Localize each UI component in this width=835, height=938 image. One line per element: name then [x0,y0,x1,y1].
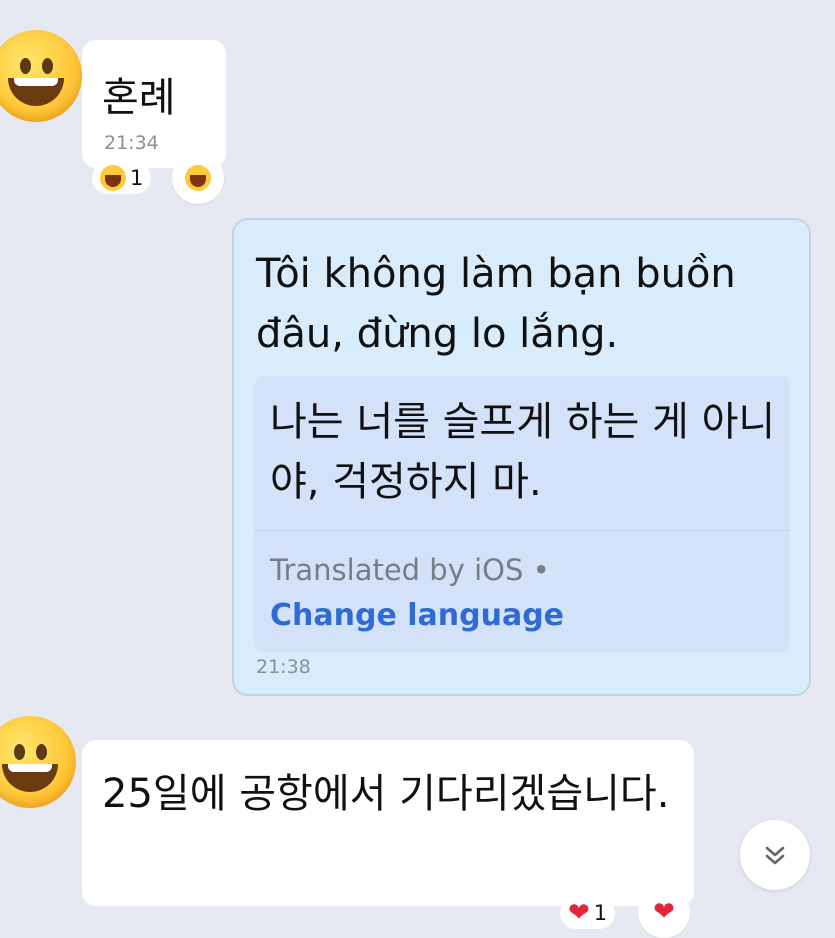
add-reaction-button[interactable] [172,152,224,204]
incoming-message-bubble[interactable]: 25일에 공항에서 기다리겠습니다. [82,740,694,906]
reaction-count: 1 [130,166,144,190]
message-text: 25일에 공항에서 기다리겠습니다. [102,771,670,817]
sender-avatar[interactable] [0,716,76,808]
chevron-double-down-icon [765,846,785,865]
divider [254,530,790,531]
reaction-count: 1 [593,901,608,925]
laughing-emoji-icon [100,165,126,191]
message-text: 혼례 [102,75,176,121]
message-text: Tôi không làm bạn buồn đâu, đừng lo lắng… [256,251,736,357]
scroll-to-bottom-button[interactable] [740,820,810,890]
message-time: 21:38 [256,656,311,678]
message-time: 21:34 [104,132,159,154]
incoming-message-bubble[interactable]: 혼례 21:34 [82,40,226,168]
translated-by-label: Translated by iOS • [270,553,550,587]
laughing-emoji-icon [185,165,211,191]
change-language-link[interactable]: Change language [270,594,564,638]
translation-box: 나는 너를 슬프게 하는 게 아니야, 걱정하지 마. Translated b… [254,376,790,652]
outgoing-message-bubble[interactable]: Tôi không làm bạn buồn đâu, đừng lo lắng… [232,218,811,696]
heart-icon: ❤ [568,898,590,928]
translation-text: 나는 너를 슬프게 하는 게 아니야, 걱정하지 마. [270,399,776,505]
reaction-summary[interactable]: ❤ 1 [560,897,616,929]
sender-avatar[interactable] [0,30,82,122]
heart-icon: ❤ [653,897,675,927]
add-reaction-button[interactable]: ❤ [638,886,690,938]
reaction-summary[interactable]: 1 [92,162,152,194]
